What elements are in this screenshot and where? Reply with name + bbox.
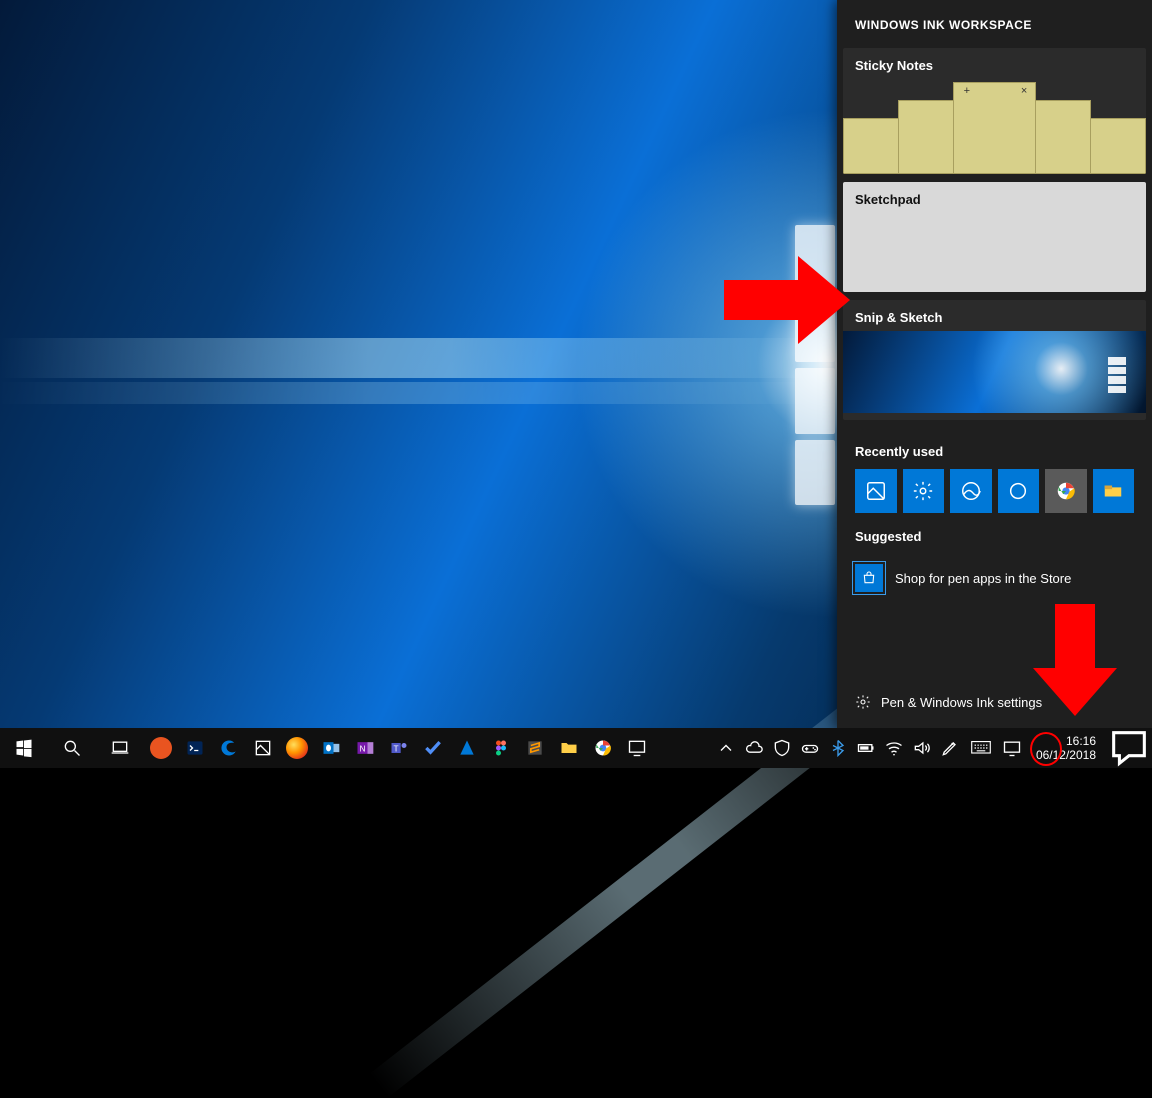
svg-text:N: N [359, 743, 365, 753]
battery-icon [856, 738, 876, 758]
figma-icon [491, 738, 511, 758]
taskbar-app-ubuntu[interactable] [144, 728, 178, 768]
tray-wifi[interactable] [880, 728, 908, 768]
recently-used-label: Recently used [837, 428, 1152, 469]
search-icon [62, 738, 82, 758]
taskbar-app-sublime[interactable] [518, 728, 552, 768]
cloud-icon [744, 738, 764, 758]
tile-sketchpad[interactable]: Sketchpad [843, 182, 1146, 292]
teams-icon: T [389, 738, 409, 758]
taskbar-app-files[interactable] [552, 728, 586, 768]
taskbar-app-edge[interactable] [212, 728, 246, 768]
taskbar-app-onenote[interactable]: N [348, 728, 382, 768]
suggested-label: Suggested [837, 513, 1152, 554]
tray-project[interactable] [998, 728, 1026, 768]
tray-battery[interactable] [852, 728, 880, 768]
recent-app-photos[interactable] [950, 469, 992, 513]
recent-app-snip[interactable] [855, 469, 897, 513]
tray-touch-keyboard[interactable] [964, 728, 998, 768]
wifi-icon [884, 738, 904, 758]
outlook-icon [321, 738, 341, 758]
snip-icon [253, 738, 273, 758]
keyboard-icon [971, 738, 991, 758]
gamepad-icon [800, 738, 820, 758]
tile-sticky-notes-label: Sticky Notes [843, 48, 1146, 79]
svg-text:T: T [394, 743, 399, 753]
terminal-icon [185, 738, 205, 758]
tile-snip-and-sketch[interactable]: Snip & Sketch [843, 300, 1146, 420]
clock-time: 16:16 [1036, 734, 1096, 748]
volume-icon [912, 738, 932, 758]
pen-icon [940, 738, 960, 758]
task-view-icon [110, 738, 130, 758]
taskbar-app-azure[interactable] [450, 728, 484, 768]
taskbar: N T [0, 728, 1152, 768]
store-icon [855, 564, 883, 592]
gear-icon [855, 694, 871, 710]
annotation-arrow-to-sketchpad [724, 256, 850, 344]
check-icon [423, 738, 443, 758]
tray-bluetooth[interactable] [824, 728, 852, 768]
clock-date: 06/12/2018 [1036, 748, 1096, 762]
action-center-button[interactable] [1106, 725, 1152, 771]
sticky-notes-preview [843, 82, 1146, 174]
taskbar-app-snip[interactable] [246, 728, 280, 768]
sublime-icon [525, 738, 545, 758]
tile-sticky-notes[interactable]: Sticky Notes [843, 48, 1146, 174]
chrome-icon [593, 738, 613, 758]
monitor-icon [627, 738, 647, 758]
notification-icon [1106, 725, 1152, 771]
taskbar-app-snip2[interactable] [620, 728, 654, 768]
edge-icon [219, 738, 239, 758]
taskbar-app-outlook[interactable] [314, 728, 348, 768]
tile-snip-label: Snip & Sketch [843, 300, 1146, 331]
display-icon [1002, 738, 1022, 758]
snip-thumbnail [843, 331, 1146, 413]
taskbar-clock[interactable]: 16:16 06/12/2018 [1026, 734, 1106, 762]
chevron-up-icon [716, 738, 736, 758]
taskbar-app-chrome[interactable] [586, 728, 620, 768]
taskbar-app-figma[interactable] [484, 728, 518, 768]
tray-ink-workspace[interactable] [936, 728, 964, 768]
taskbar-app-teams[interactable]: T [382, 728, 416, 768]
recent-app-chrome[interactable] [1045, 469, 1087, 513]
tray-onedrive[interactable] [740, 728, 768, 768]
search-button[interactable] [48, 728, 96, 768]
azure-icon [457, 738, 477, 758]
annotation-arrow-to-ink-icon [1033, 604, 1117, 716]
folder-icon [559, 738, 579, 758]
start-button[interactable] [0, 728, 48, 768]
windows-logo-icon [14, 738, 34, 758]
pen-ink-settings-label: Pen & Windows Ink settings [881, 695, 1042, 710]
recently-used-row [837, 469, 1152, 513]
tray-controller[interactable] [796, 728, 824, 768]
recent-app-cortana[interactable] [998, 469, 1040, 513]
recent-app-settings[interactable] [903, 469, 945, 513]
bluetooth-icon [828, 738, 848, 758]
suggested-link-label: Shop for pen apps in the Store [895, 571, 1071, 586]
suggested-link[interactable]: Shop for pen apps in the Store [837, 554, 1152, 592]
ink-panel-title: WINDOWS INK WORKSPACE [837, 0, 1152, 48]
system-tray: 16:16 06/12/2018 [712, 728, 1152, 768]
task-view-button[interactable] [96, 728, 144, 768]
shield-icon [772, 738, 792, 758]
recent-app-explorer[interactable] [1093, 469, 1135, 513]
taskbar-app-terminal[interactable] [178, 728, 212, 768]
taskbar-app-firefox[interactable] [280, 728, 314, 768]
tray-overflow[interactable] [712, 728, 740, 768]
onenote-icon: N [355, 738, 375, 758]
taskbar-app-todo[interactable] [416, 728, 450, 768]
tray-defender[interactable] [768, 728, 796, 768]
tray-volume[interactable] [908, 728, 936, 768]
tile-sketchpad-label: Sketchpad [843, 182, 1146, 213]
